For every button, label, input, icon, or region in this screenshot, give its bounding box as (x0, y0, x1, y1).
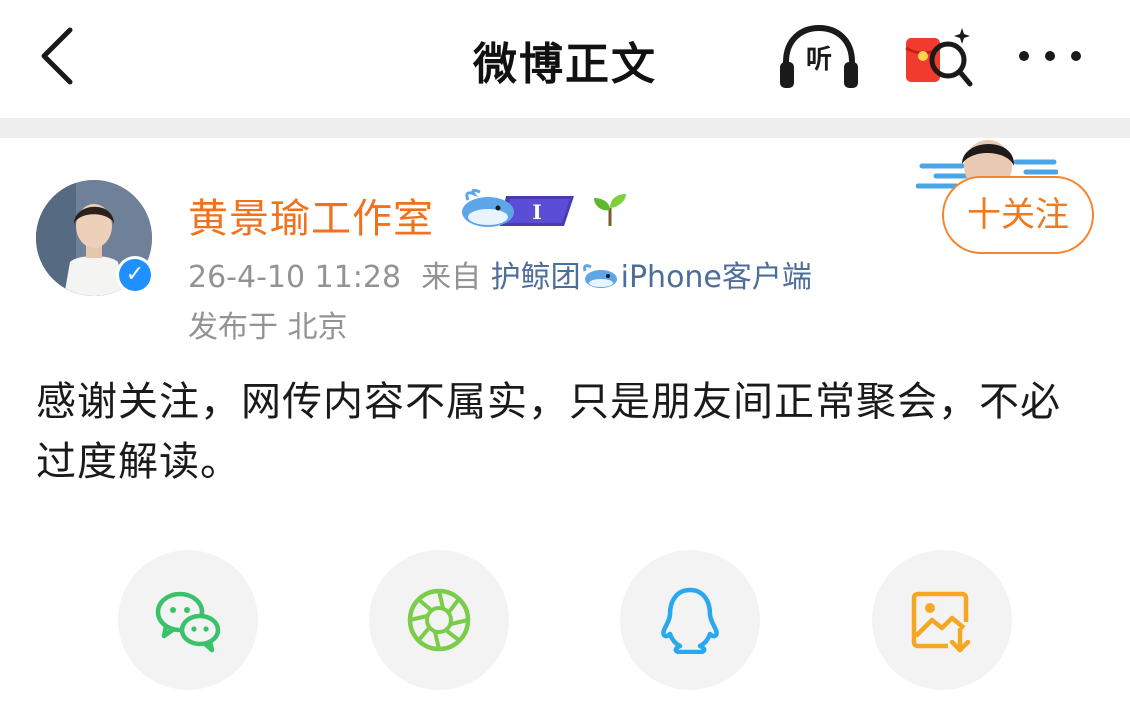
source-link[interactable]: 护鲸团 iPhone客户端 (491, 260, 812, 295)
share-moments-button[interactable] (369, 550, 509, 690)
post-time: 26-4-10 11:28 (188, 260, 402, 295)
listen-button[interactable]: 听 (776, 22, 862, 92)
verified-check-icon: ✓ (119, 259, 151, 291)
whale-fan-badge[interactable]: I (460, 186, 580, 232)
source-name-part2: iPhone客户端 (620, 260, 812, 295)
save-image-button[interactable] (872, 550, 1012, 690)
qq-icon (661, 587, 719, 654)
post-text: 感谢关注，网传内容不属实，只是朋友间正常聚会，不必过度解读。 (36, 379, 1061, 485)
red-packet-search-button[interactable] (898, 22, 978, 94)
back-button[interactable] (30, 24, 86, 88)
whale-badge-text: I (532, 200, 541, 224)
source-name-part1: 护鲸团 (490, 260, 581, 295)
share-qq-button[interactable] (620, 550, 760, 690)
wechat-icon (155, 591, 221, 653)
more-button[interactable] (1012, 36, 1088, 76)
post-location: 发布于 北京 (188, 310, 348, 345)
weibo-post-page: 微博正文 听 ✓ 黄景瑜工作室 I 26-4-10 11:28 来自 护鲸团 i… (0, 0, 1130, 701)
red-packet-icon (905, 28, 973, 87)
verified-badge: ✓ (116, 256, 154, 294)
post-meta: 26-4-10 11:28 来自 护鲸团 iPhone客户端 (188, 252, 812, 296)
source-prefix: 来自 (421, 260, 482, 295)
save-image-icon (911, 591, 971, 653)
wechat-moments-icon (407, 588, 471, 652)
listen-label: 听 (805, 45, 832, 75)
whale-badge-icon: I (462, 188, 574, 227)
author-name[interactable]: 黄景瑜工作室 (188, 186, 434, 244)
more-dots-icon (1019, 51, 1081, 61)
sprout-icon (590, 190, 630, 228)
share-wechat-button[interactable] (118, 550, 258, 690)
follow-button[interactable]: 十关注 (942, 176, 1094, 254)
section-divider (0, 118, 1130, 138)
whale-icon (581, 261, 621, 291)
chevron-left-icon (41, 27, 73, 85)
top-bar: 微博正文 听 (0, 0, 1130, 118)
